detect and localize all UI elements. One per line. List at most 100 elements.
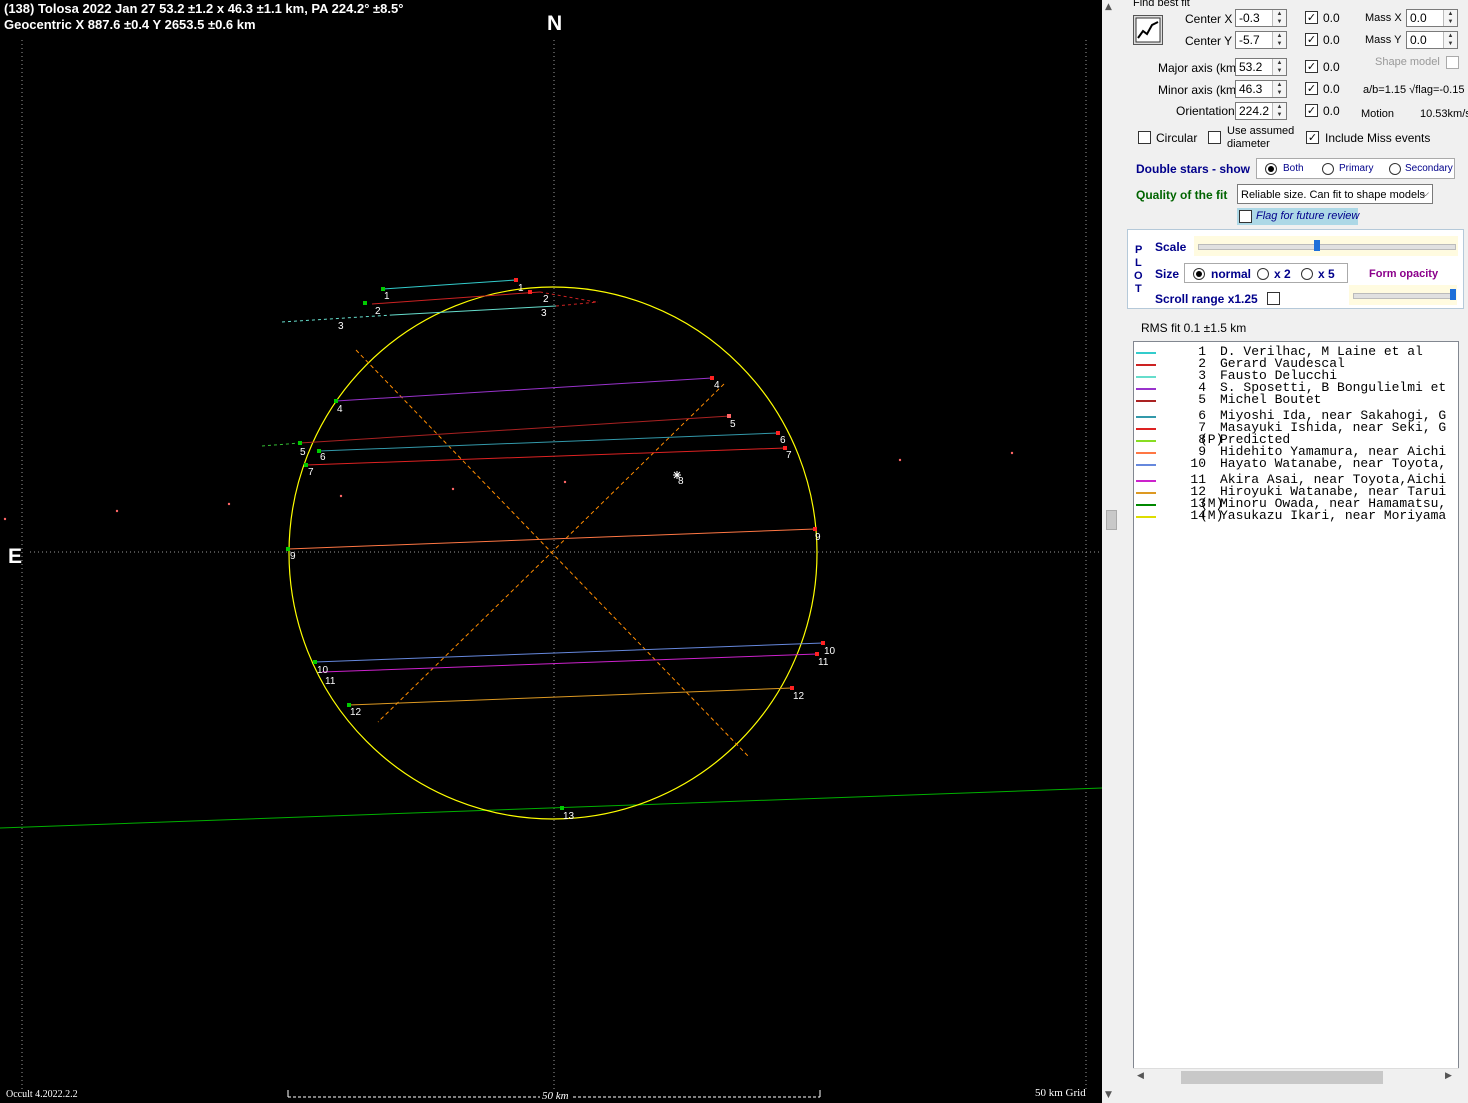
use-assumed-label-2: diameter — [1227, 138, 1270, 150]
orientation-input[interactable]: 224.2 ▲ ▼ — [1235, 102, 1287, 120]
svg-text:5: 5 — [730, 419, 736, 430]
center-y-uncertainty: 0.0 — [1323, 33, 1340, 47]
observer-color-swatch — [1136, 480, 1156, 482]
use-assumed-diameter-checkbox[interactable] — [1208, 131, 1221, 144]
orientation-label: Orientation — [1176, 104, 1235, 118]
chord-1 — [382, 279, 517, 290]
size-x2-radio[interactable] — [1257, 268, 1269, 280]
svg-text:1: 1 — [518, 283, 524, 294]
mass-x-label: Mass X — [1365, 12, 1402, 24]
scroll-thumb[interactable] — [1106, 510, 1117, 530]
chord-endpoint-markers — [286, 278, 825, 810]
svg-text:10: 10 — [824, 646, 836, 657]
observer-list[interactable]: 1 D. Verilhac, M Laine et al 2 Gerard Vaude… — [1133, 341, 1459, 1085]
north-label: N — [547, 12, 563, 35]
observer-color-swatch — [1136, 376, 1156, 378]
minor-axis-input[interactable]: 46.3 ▲ ▼ — [1235, 80, 1287, 98]
fit-control-panel: Find best fit Center X -0.3 ▲ ▼ ✓ 0.0 Mass… — [1119, 0, 1468, 1103]
major-axis-checkbox[interactable]: ✓ — [1305, 60, 1318, 73]
center-y-checkbox[interactable]: ✓ — [1305, 33, 1318, 46]
asteroid-ellipse — [288, 286, 818, 820]
svg-text:6: 6 — [320, 452, 326, 463]
double-stars-primary-label: Primary — [1339, 163, 1374, 174]
major-axis-label: Major axis (km) — [1158, 61, 1241, 75]
flag-review-container: Flag for future review — [1237, 208, 1359, 225]
scroll-up-arrow-icon[interactable]: ▲ — [1105, 2, 1112, 12]
chord-3-miss — [555, 301, 599, 307]
center-y-input[interactable]: -5.7 ▲ ▼ — [1235, 31, 1287, 49]
mass-x-input[interactable]: 0.0 ▲ ▼ — [1406, 9, 1458, 27]
chord-5-dash — [261, 442, 301, 447]
scale-slider-thumb[interactable] — [1314, 240, 1320, 251]
size-normal-radio[interactable] — [1193, 268, 1205, 280]
orientation-checkbox[interactable]: ✓ — [1305, 104, 1318, 117]
svg-text:9: 9 — [815, 532, 821, 543]
minor-axis-uncertainty: 0.0 — [1323, 82, 1340, 96]
svg-text:5: 5 — [300, 447, 306, 458]
minor-axis-checkbox[interactable]: ✓ — [1305, 82, 1318, 95]
center-x-input[interactable]: -0.3 ▲ ▼ — [1235, 9, 1287, 27]
form-opacity-slider[interactable] — [1349, 285, 1457, 305]
size-x5-label: x 5 — [1318, 267, 1335, 281]
observer-color-swatch — [1136, 428, 1156, 430]
size-options: normal x 2 x 5 — [1184, 263, 1348, 283]
scroll-right-arrow-icon[interactable]: ▶ — [1445, 1071, 1452, 1081]
include-miss-events-checkbox[interactable]: ✓ — [1306, 131, 1319, 144]
double-stars-primary-radio[interactable] — [1322, 163, 1334, 175]
motion-label: Motion — [1361, 108, 1395, 120]
shape-model-label: Shape model — [1375, 56, 1440, 68]
observer-list-horizontal-scrollbar[interactable]: ◀ ▶ — [1133, 1068, 1459, 1086]
svg-text:3: 3 — [541, 308, 547, 319]
observer-color-swatch — [1136, 452, 1156, 454]
svg-text:1: 1 — [384, 291, 390, 302]
find-best-fit-label: Find best fit — [1133, 0, 1190, 9]
mass-y-input[interactable]: 0.0 ▲ ▼ — [1406, 31, 1458, 49]
double-stars-label: Double stars - show — [1136, 162, 1251, 176]
circular-checkbox[interactable] — [1138, 131, 1151, 144]
svg-text:7: 7 — [308, 467, 314, 478]
center-x-label: Center X — [1185, 12, 1233, 26]
major-axis-line — [355, 349, 749, 757]
quality-select[interactable]: Reliable size. Can fit to shape models ⌵ — [1237, 184, 1433, 204]
svg-text:9: 9 — [290, 551, 296, 562]
plot-title-line1: (138) Tolosa 2022 Jan 27 53.2 ±1.2 x 46.… — [4, 1, 404, 16]
plot-title-line2: Geocentric X 887.6 ±0.4 Y 2653.5 ±0.6 km — [4, 17, 256, 32]
observer-color-swatch — [1136, 364, 1156, 366]
size-x5-radio[interactable] — [1301, 268, 1313, 280]
observer-list-scroll-thumb[interactable] — [1181, 1071, 1383, 1084]
form-opacity-slider-thumb[interactable] — [1450, 289, 1456, 300]
observer-color-swatch — [1136, 516, 1156, 518]
scroll-down-arrow-icon[interactable]: ▼ — [1105, 1090, 1112, 1100]
predicted-center-label: 8 — [678, 476, 684, 487]
rms-fit-text: RMS fit 0.1 ±1.5 km — [1141, 321, 1247, 335]
center-x-checkbox[interactable]: ✓ — [1305, 11, 1318, 24]
observer-color-swatch — [1136, 400, 1156, 402]
observer-color-swatch — [1136, 416, 1156, 418]
double-stars-both-radio[interactable] — [1265, 163, 1277, 175]
major-axis-input[interactable]: 53.2 ▲ ▼ — [1235, 58, 1287, 76]
center-y-label: Center Y — [1185, 34, 1233, 48]
quality-label: Quality of the fit — [1136, 188, 1228, 202]
scroll-left-arrow-icon[interactable]: ◀ — [1137, 1071, 1144, 1081]
scale-slider[interactable] — [1194, 236, 1458, 256]
scroll-range-checkbox[interactable] — [1267, 292, 1280, 305]
shape-model-checkbox[interactable] — [1446, 56, 1459, 69]
motion-value: 10.53km/s — [1420, 108, 1468, 120]
occultation-plot[interactable]: 1 1 2 2 3 3 4 4 5 5 6 6 7 7 9 9 10 10 11… — [0, 0, 1102, 1103]
flag-review-checkbox[interactable] — [1239, 210, 1252, 223]
find-best-fit-button[interactable] — [1133, 15, 1163, 45]
observer-color-swatch — [1136, 440, 1156, 442]
svg-text:2: 2 — [543, 294, 549, 305]
size-x2-label: x 2 — [1274, 267, 1291, 281]
plot-vertical-scrollbar[interactable]: ▲ ▼ — [1102, 0, 1119, 1103]
use-assumed-label-1: Use assumed — [1227, 125, 1295, 137]
observer-color-swatch — [1136, 492, 1156, 494]
plot-options-box: P L O T Scale Size normal x 2 x 5 Form o… — [1127, 229, 1464, 309]
observer-color-swatch — [1136, 388, 1156, 390]
minor-axis-label: Minor axis (km) — [1158, 83, 1241, 97]
svg-text:3: 3 — [338, 321, 344, 332]
svg-text:2: 2 — [375, 306, 381, 317]
chord-12 — [348, 687, 793, 706]
observer-number: 10 — [1190, 456, 1206, 471]
double-stars-secondary-radio[interactable] — [1389, 163, 1401, 175]
